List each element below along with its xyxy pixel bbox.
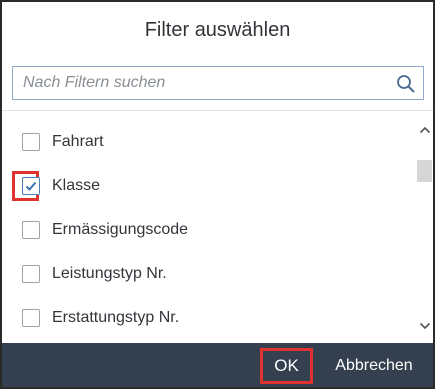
search-icon[interactable] — [395, 73, 417, 95]
divider — [2, 110, 433, 111]
scroll-up-icon[interactable] — [416, 122, 433, 138]
scroll-down-icon[interactable] — [416, 318, 433, 334]
ok-button[interactable]: OK — [260, 348, 313, 384]
search-input[interactable] — [13, 67, 383, 99]
list-item[interactable]: Ermässigungscode — [2, 208, 415, 252]
list-item-label: Erstattungstyp Nr. — [52, 309, 180, 326]
checkbox-checked[interactable] — [22, 177, 40, 195]
checkbox[interactable] — [22, 265, 40, 283]
search-box[interactable] — [12, 66, 424, 100]
dialog-footer: OK Abbrechen — [2, 343, 433, 387]
filter-list: Fahrart Klasse Ermässigungscode Leistung… — [2, 112, 415, 342]
list-item-label: Leistungstyp Nr. — [52, 265, 167, 282]
filter-dialog: Filter auswählen Fahrart Klasse — [0, 0, 435, 389]
list-item[interactable]: Klasse — [2, 164, 415, 208]
list-item-label: Fahrart — [52, 133, 104, 150]
scrollbar[interactable] — [416, 112, 433, 342]
cancel-button[interactable]: Abbrechen — [320, 348, 428, 384]
scroll-thumb[interactable] — [417, 160, 432, 182]
list-item[interactable]: Leistungstyp Nr. — [2, 252, 415, 296]
list-item[interactable]: Erstattungstyp Nr. — [2, 296, 415, 340]
dialog-title: Filter auswählen — [144, 18, 291, 41]
list-item-label: Klasse — [52, 177, 101, 194]
checkbox[interactable] — [22, 309, 40, 327]
checkmark-icon — [25, 181, 37, 191]
list-item-label: Ermässigungscode — [52, 221, 189, 238]
checkbox[interactable] — [22, 221, 40, 239]
list-item[interactable]: Fahrart — [2, 120, 415, 164]
checkbox[interactable] — [22, 133, 40, 151]
